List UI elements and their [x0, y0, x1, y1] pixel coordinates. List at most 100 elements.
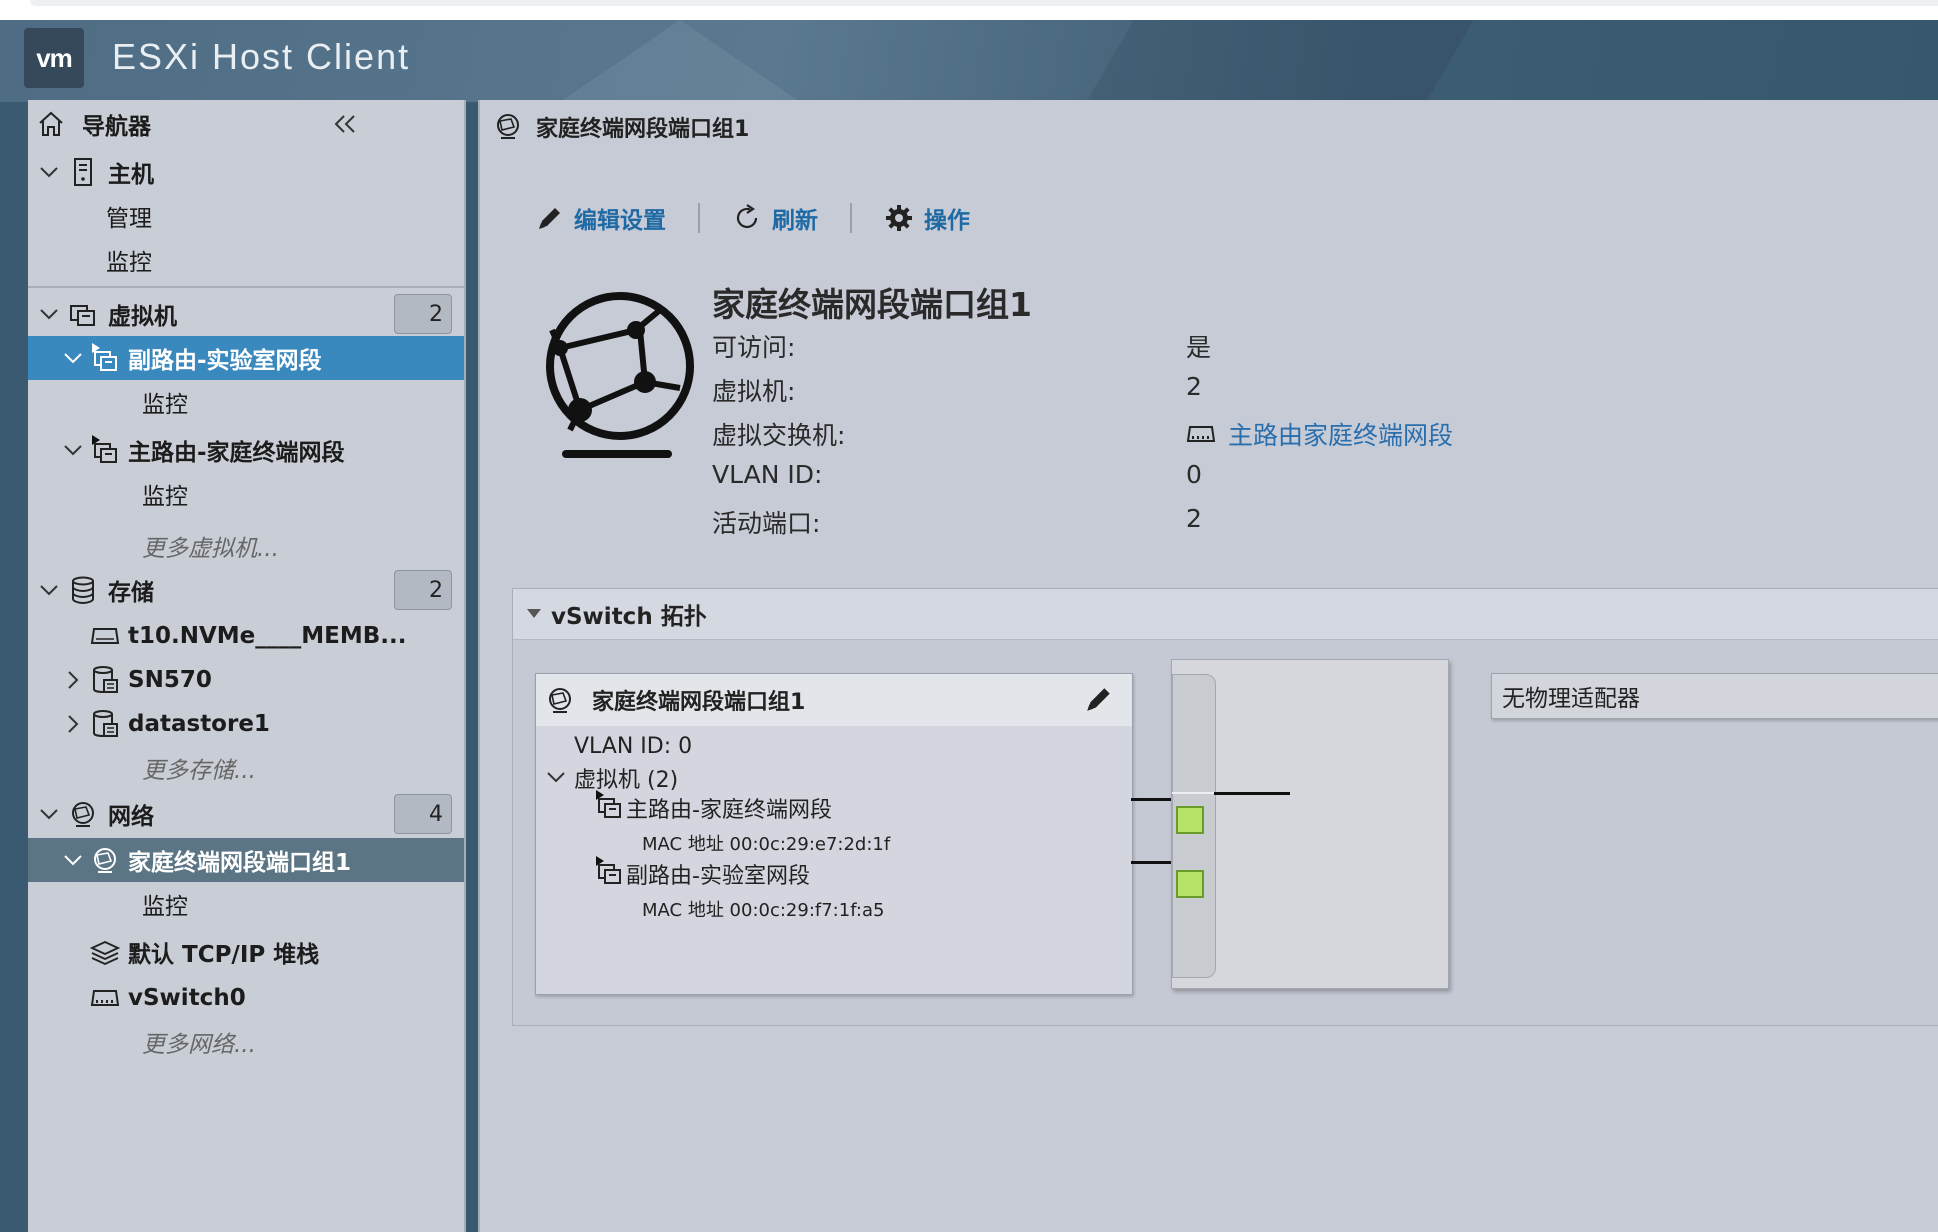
nav-storage-item[interactable]: t10.NVMe____MEMB...	[28, 614, 464, 658]
vm-powered-on-icon	[594, 856, 624, 886]
network-globe-icon	[540, 290, 710, 470]
datastore-icon	[90, 709, 120, 739]
topology-header[interactable]: vSwitch 拓扑	[513, 589, 1938, 640]
chevron-down-icon[interactable]	[38, 803, 60, 825]
navigator-sidebar: 导航器 主机 管理 监控 虚拟机 2 副路由-实验室网段 监控 主路由-家庭终端…	[28, 100, 466, 1232]
navigator-header: 导航器	[28, 102, 464, 146]
portgroup-vms-label: 虚拟机 (2)	[574, 768, 679, 793]
vswitch-topology-panel: vSwitch 拓扑 家庭终端网段端口组1 VLAN ID: 0 虚拟机 (2)…	[512, 588, 1938, 1026]
nav-vms[interactable]: 虚拟机 2	[28, 292, 464, 336]
virtual-port[interactable]	[1176, 870, 1204, 898]
refresh-icon	[736, 204, 758, 229]
vlan-label: VLAN ID:	[712, 460, 823, 489]
chevron-down-icon[interactable]	[546, 770, 566, 784]
portgroup-box: 家庭终端网段端口组1 VLAN ID: 0 虚拟机 (2) 主路由-家庭终端网段…	[535, 673, 1133, 995]
pencil-icon[interactable]	[1084, 684, 1114, 714]
network-count-badge: 4	[394, 794, 452, 834]
nav-host-manage[interactable]: 管理	[28, 194, 464, 238]
gear-icon	[886, 205, 912, 231]
refresh-button[interactable]: 刷新	[732, 196, 818, 240]
nav-host-label: 主机	[108, 162, 154, 188]
nav-host-monitor[interactable]: 监控	[28, 238, 464, 282]
edit-settings-button[interactable]: 编辑设置	[536, 196, 666, 240]
portgroup-icon	[546, 686, 574, 714]
storage-count-badge: 2	[394, 570, 452, 610]
nav-vm-item[interactable]: 主路由-家庭终端网段	[28, 428, 464, 472]
chevron-down-icon[interactable]	[38, 303, 60, 325]
datastore-icon	[90, 665, 120, 695]
nav-network[interactable]: 网络 4	[28, 792, 464, 836]
disk-icon	[90, 621, 120, 651]
nav-more-vms[interactable]: 更多虚拟机...	[28, 524, 464, 568]
nav-network-item-monitor[interactable]: 监控	[28, 882, 464, 926]
accessible-value: 是	[1186, 333, 1212, 362]
chevron-down-icon[interactable]	[38, 579, 60, 601]
collapse-caret-icon[interactable]	[527, 609, 541, 618]
vswitch-link[interactable]: 主路由家庭终端网段	[1186, 416, 1453, 452]
chevron-right-icon[interactable]	[62, 713, 84, 735]
chevron-right-icon[interactable]	[62, 669, 84, 691]
database-icon	[68, 575, 98, 605]
divider	[28, 286, 464, 288]
nav-host[interactable]: 主机	[28, 150, 464, 194]
nav-network-label: 网络	[108, 804, 154, 830]
vm-powered-on-icon	[90, 435, 120, 465]
nav-more-networks[interactable]: 更多网络...	[28, 1020, 464, 1064]
accessible-label: 可访问:	[712, 333, 796, 362]
nav-storage-item[interactable]: SN570	[28, 658, 464, 702]
topology-title: vSwitch 拓扑	[551, 604, 707, 630]
toolbar-separator	[850, 203, 852, 233]
nav-storage[interactable]: 存储 2	[28, 568, 464, 612]
nav-network-item[interactable]: 家庭终端网段端口组1	[28, 838, 464, 882]
nav-more-storage[interactable]: 更多存储...	[28, 746, 464, 790]
connection-wire	[1131, 861, 1173, 864]
nav-vm-item[interactable]: 副路由-实验室网段	[28, 336, 464, 380]
nav-storage-item[interactable]: datastore1	[28, 702, 464, 746]
switch-icon	[90, 983, 120, 1013]
collapse-navigator-icon[interactable]	[330, 109, 360, 139]
vm-logo: vm	[24, 28, 84, 88]
portgroup-box-title: 家庭终端网段端口组1	[592, 690, 806, 715]
navigator-title: 导航器	[82, 114, 151, 140]
chevron-down-icon[interactable]	[62, 347, 84, 369]
nav-vm-item-label: 副路由-实验室网段	[128, 348, 322, 374]
nav-vm-item-label: 主路由-家庭终端网段	[128, 440, 345, 466]
home-icon[interactable]	[36, 109, 66, 139]
vms-label: 虚拟机:	[712, 377, 796, 406]
topology-vm-mac: MAC 地址 00:0c:29:e7:2d:1f	[642, 834, 891, 855]
app-header: vm ESXi Host Client	[0, 20, 1938, 102]
vm-powered-on-icon	[90, 343, 120, 373]
uplink-wire	[1214, 792, 1290, 795]
topology-vm-name[interactable]: 主路由-家庭终端网段	[626, 792, 832, 824]
vswitch-graphic	[1171, 659, 1449, 989]
chevron-down-icon[interactable]	[62, 439, 84, 461]
nav-vms-label: 虚拟机	[108, 304, 177, 330]
actions-button[interactable]: 操作	[884, 196, 970, 240]
app-title: ESXi Host Client	[112, 36, 411, 77]
server-icon	[68, 157, 98, 187]
nav-vm-item-monitor[interactable]: 监控	[28, 472, 464, 516]
nav-vm-item-monitor[interactable]: 监控	[28, 380, 464, 424]
nav-storage-label: 存储	[108, 580, 154, 606]
portgroup-icon	[90, 845, 120, 875]
topology-vm-mac: MAC 地址 00:0c:29:f7:1f:a5	[642, 900, 885, 921]
toolbar: 编辑设置 刷新 操作	[536, 196, 970, 240]
connection-wire	[1131, 798, 1173, 801]
topology-vm-name[interactable]: 副路由-实验室网段	[626, 858, 810, 890]
content-title-bar: 家庭终端网段端口组1	[480, 100, 1938, 154]
portgroup-icon	[494, 112, 522, 140]
no-physical-adapter-label: 无物理适配器	[1502, 686, 1640, 712]
layers-icon	[90, 937, 120, 967]
pencil-icon	[539, 208, 560, 229]
active-ports-value: 2	[1186, 504, 1202, 533]
chevron-down-icon[interactable]	[62, 849, 84, 871]
virtual-port[interactable]	[1176, 806, 1204, 834]
browser-top-strip	[0, 0, 1938, 20]
chevron-down-icon[interactable]	[38, 161, 60, 183]
nav-network-item[interactable]: vSwitch0	[28, 976, 464, 1020]
nav-network-item[interactable]: 默认 TCP/IP 堆栈	[28, 930, 464, 974]
vms-value: 2	[1186, 372, 1202, 401]
portgroup-box-header: 家庭终端网段端口组1	[536, 674, 1132, 726]
switch-icon	[1186, 426, 1216, 442]
toolbar-separator	[698, 203, 700, 233]
